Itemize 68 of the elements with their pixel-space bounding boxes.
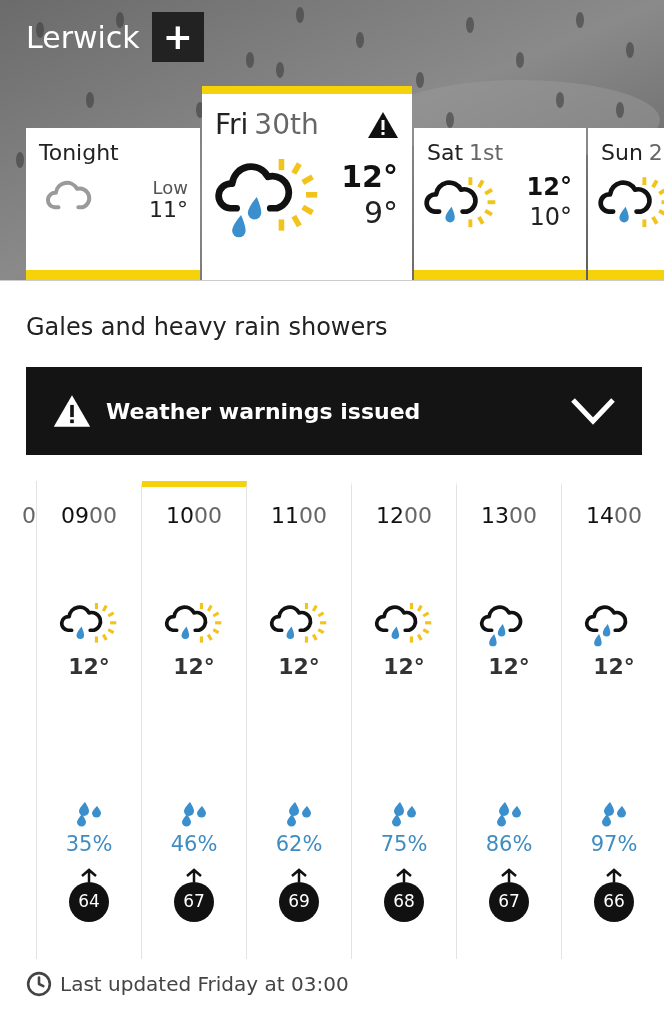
add-location-button[interactable]: +	[151, 12, 204, 62]
wind-direction-arrow-icon	[604, 868, 624, 883]
wind-direction-arrow-icon	[289, 868, 309, 883]
hour-label: 0900	[61, 502, 117, 530]
hour-label: 0	[22, 502, 36, 530]
day-tab[interactable]: Tonight Low 11°	[26, 128, 200, 280]
day-date: 1st	[469, 139, 504, 167]
day-date: 30th	[254, 107, 319, 143]
hour-column[interactable]: 0900 12° 35% 64	[37, 481, 142, 959]
day-name: Fri	[215, 107, 249, 143]
high-temperature: 12°	[526, 172, 572, 203]
wind-direction-arrow-icon	[184, 868, 204, 883]
raindrops-icon	[285, 800, 313, 827]
forecast-summary: Gales and heavy rain showers	[25, 312, 389, 343]
temperature: 12°	[383, 652, 425, 681]
weather-warnings-banner[interactable]: Weather warnings issued	[26, 367, 642, 455]
warning-icon	[52, 394, 92, 428]
rain-chance: 75%	[380, 830, 428, 858]
rain-chance: 46%	[170, 830, 218, 858]
rain-chance: 62%	[275, 830, 323, 858]
day-label: Tonight	[38, 139, 120, 167]
temperature: 12°	[173, 652, 215, 681]
wind-speed-badge: 64	[69, 882, 109, 923]
day-tab[interactable]: Sat 1st 12° 10°	[414, 128, 586, 280]
day-tab[interactable]: Fri 30th 12° 9°	[202, 86, 412, 280]
temperature: 12°	[68, 652, 110, 681]
wind-direction-arrow-icon	[79, 868, 99, 883]
wind-speed-badge: 69	[279, 882, 319, 923]
low-temperature: 9°	[363, 194, 398, 231]
temperature: 12°	[278, 652, 320, 681]
hour-label: 1000	[166, 502, 222, 530]
day-tab[interactable]: Sun 2	[588, 128, 664, 280]
hour-column[interactable]: 1200 12° 75% 68	[352, 481, 457, 959]
wind-speed-badge: 67	[174, 882, 214, 923]
high-temperature: 12°	[341, 158, 398, 195]
hour-label: 1200	[376, 502, 432, 530]
day-name: Sat	[427, 139, 464, 167]
day-name: Sun	[601, 139, 643, 167]
hour-column[interactable]: 1400 12° 97% 66	[562, 481, 664, 959]
wind-speed-badge: 67	[489, 882, 529, 923]
wind-speed-badge: 68	[384, 882, 424, 923]
temperature: 12°	[488, 652, 530, 681]
rain-chance: 86%	[485, 830, 533, 858]
raindrops-icon	[180, 800, 208, 827]
raindrops-icon	[600, 800, 628, 827]
location-title: Lerwick	[26, 18, 140, 57]
low-label: Low	[152, 177, 188, 200]
wind-direction-arrow-icon	[394, 868, 414, 883]
day-date: 2	[648, 139, 663, 167]
hour-label: 1300	[481, 502, 537, 530]
hour-column[interactable]: 1000 12° 46% 67	[142, 481, 247, 959]
hour-column[interactable]: 1100 12° 62% 69	[247, 481, 352, 959]
low-temperature: 10°	[529, 202, 572, 233]
temperature: 12°	[593, 652, 635, 681]
hour-label: 1400	[586, 502, 642, 530]
last-updated-text: Last updated Friday at 03:00	[60, 971, 349, 998]
hour-label: 1100	[271, 502, 327, 530]
hour-column[interactable]: 1300 12° 86% 67	[457, 481, 562, 959]
raindrops-icon	[75, 800, 103, 827]
raindrops-icon	[390, 800, 418, 827]
chevron-down-icon	[570, 397, 616, 425]
wind-direction-arrow-icon	[499, 868, 519, 883]
wind-speed-badge: 66	[594, 882, 634, 923]
rain-chance: 35%	[65, 830, 113, 858]
clock-icon	[26, 971, 52, 997]
low-temperature: 11°	[149, 199, 188, 222]
raindrops-icon	[495, 800, 523, 827]
rain-chance: 97%	[590, 830, 638, 858]
